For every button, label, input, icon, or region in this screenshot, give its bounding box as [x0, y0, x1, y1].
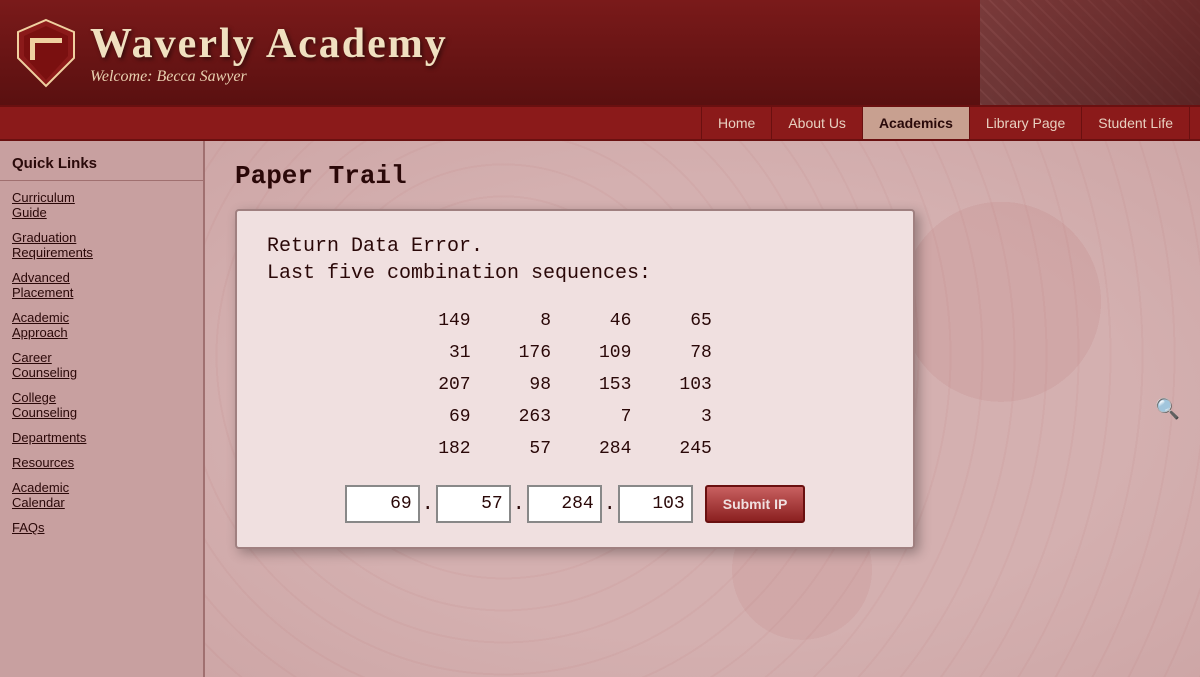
combo-table: 1498466531176109782079815310369263731825…: [414, 305, 736, 465]
table-cell: 263: [495, 401, 575, 433]
main-layout: Quick Links CurriculumGuide GraduationRe…: [0, 141, 1200, 677]
table-cell: 149: [414, 305, 494, 337]
ip-field-4[interactable]: [618, 485, 693, 523]
table-cell: 8: [495, 305, 575, 337]
table-row: 3117610978: [414, 337, 736, 369]
nav-item-library[interactable]: Library Page: [970, 107, 1082, 139]
table-cell: 3: [655, 401, 735, 433]
table-row: 6926373: [414, 401, 736, 433]
welcome-text: Welcome: Becca Sawyer: [90, 68, 448, 86]
sidebar-header: Quick Links: [0, 149, 203, 181]
sidebar-item-career[interactable]: CareerCounseling: [0, 345, 203, 385]
table-row: 18257284245: [414, 433, 736, 465]
table-cell: 98: [495, 369, 575, 401]
error-dialog: Return Data Error. Last five combination…: [235, 209, 915, 549]
nav-item-student-life[interactable]: Student Life: [1082, 107, 1190, 139]
sidebar-item-resources[interactable]: Resources: [0, 450, 203, 475]
nav-item-academics[interactable]: Academics: [863, 107, 970, 139]
nav-item-about[interactable]: About Us: [772, 107, 863, 139]
table-cell: 109: [575, 337, 655, 369]
sidebar-item-academic-approach[interactable]: AcademicApproach: [0, 305, 203, 345]
header-title-block: Waverly Academy Welcome: Becca Sawyer: [90, 20, 448, 86]
header: Waverly Academy Welcome: Becca Sawyer: [0, 0, 1200, 105]
table-cell: 245: [655, 433, 735, 465]
page-title: Paper Trail: [235, 161, 1170, 191]
table-cell: 284: [575, 433, 655, 465]
table-cell: 65: [655, 305, 735, 337]
table-cell: 69: [414, 401, 494, 433]
sidebar-item-curriculum[interactable]: CurriculumGuide: [0, 185, 203, 225]
sidebar-item-calendar[interactable]: AcademicCalendar: [0, 475, 203, 515]
sidebar-item-college[interactable]: CollegeCounseling: [0, 385, 203, 425]
ip-dot-3: .: [604, 493, 616, 516]
table-cell: 103: [655, 369, 735, 401]
header-decorative-bg: [980, 0, 1200, 105]
table-cell: 153: [575, 369, 655, 401]
table-cell: 207: [414, 369, 494, 401]
sidebar-item-departments[interactable]: Departments: [0, 425, 203, 450]
ip-dot-2: .: [513, 493, 525, 516]
table-cell: 176: [495, 337, 575, 369]
ip-dot-1: .: [422, 493, 434, 516]
table-cell: 46: [575, 305, 655, 337]
ip-field-3[interactable]: [527, 485, 602, 523]
logo-area: Waverly Academy Welcome: Becca Sawyer: [16, 18, 448, 88]
magnifier-icon: 🔍: [1155, 397, 1180, 422]
table-cell: 182: [414, 433, 494, 465]
table-cell: 78: [655, 337, 735, 369]
table-row: 20798153103: [414, 369, 736, 401]
shield-icon: [16, 18, 76, 88]
error-title: Return Data Error.: [267, 235, 883, 258]
sidebar-item-faqs[interactable]: FAQs: [0, 515, 203, 540]
nav-bar: Home About Us Academics Library Page Stu…: [0, 105, 1200, 141]
sidebar-item-graduation[interactable]: GraduationRequirements: [0, 225, 203, 265]
nav-item-home[interactable]: Home: [701, 107, 772, 139]
table-cell: 31: [414, 337, 494, 369]
table-row: 14984665: [414, 305, 736, 337]
ip-field-2[interactable]: [436, 485, 511, 523]
ip-field-1[interactable]: [345, 485, 420, 523]
ip-input-row: . . . Submit IP: [267, 485, 883, 523]
sidebar-item-advanced-placement[interactable]: AdvancedPlacement: [0, 265, 203, 305]
sidebar: Quick Links CurriculumGuide GraduationRe…: [0, 141, 205, 677]
table-cell: 7: [575, 401, 655, 433]
submit-ip-button[interactable]: Submit IP: [705, 485, 806, 523]
table-cell: 57: [495, 433, 575, 465]
site-title: Waverly Academy: [90, 20, 448, 68]
error-subtitle: Last five combination sequences:: [267, 262, 883, 285]
content-area: Paper Trail Return Data Error. Last five…: [205, 141, 1200, 677]
